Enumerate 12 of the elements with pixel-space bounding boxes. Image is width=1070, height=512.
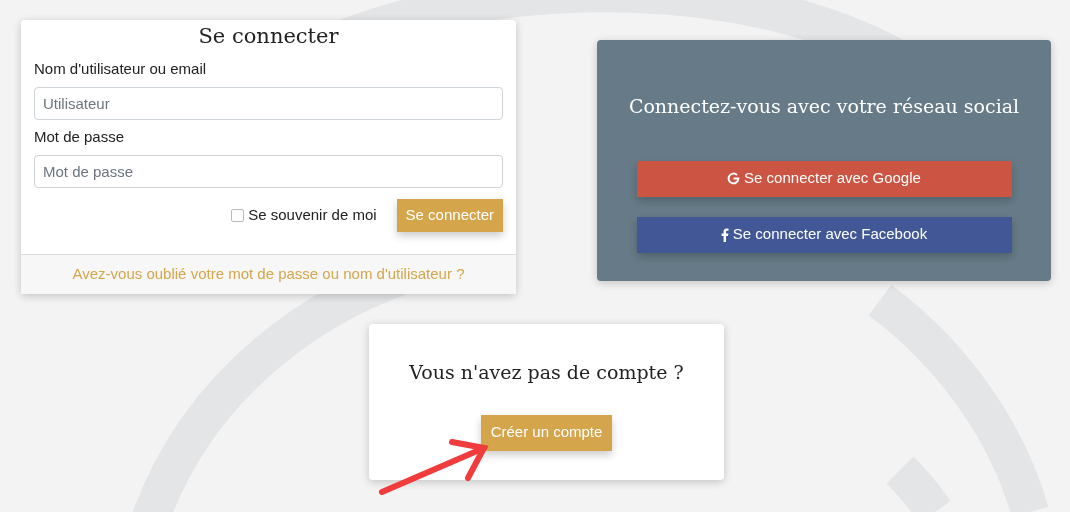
input-field[interactable]: Utilisateur — [34, 87, 503, 120]
card-title: Connectez-vous avec votre réseau social — [628, 94, 1020, 119]
card-title: Vous n'avez pas de compte ? — [409, 360, 684, 385]
checkbox-label: Se souvenir de moi — [248, 205, 377, 226]
google-login-button[interactable]: Se connecter avec Google — [636, 160, 1012, 197]
input-field[interactable]: Mot de passe — [34, 155, 503, 188]
field-label: Mot de passe — [34, 127, 126, 147]
field-label: Nom d'utilisateur ou email — [34, 59, 208, 79]
create-account-button[interactable]: Créer un compte — [480, 414, 613, 451]
login-button[interactable]: Se connecter — [396, 199, 503, 232]
card-title: Se connecter — [197, 23, 340, 50]
facebook-login-button[interactable]: Se connecter avec Facebook — [636, 216, 1012, 253]
